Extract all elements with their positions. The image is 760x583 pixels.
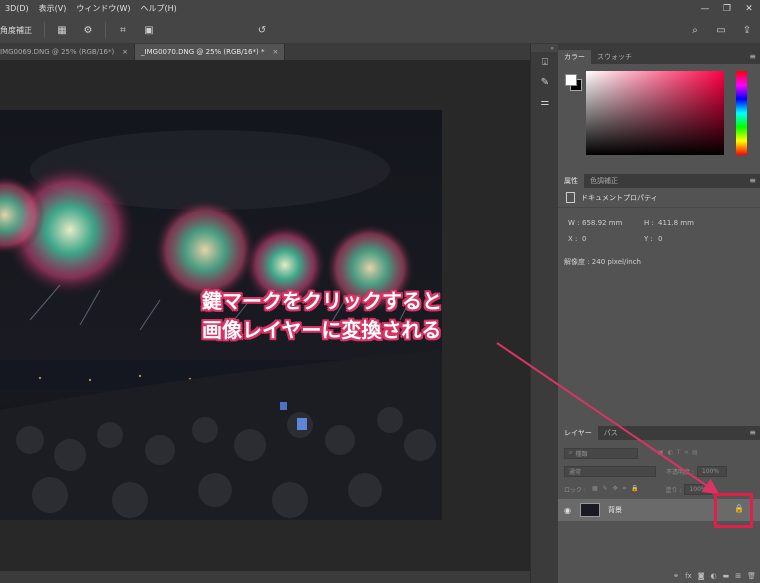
tab-swatches[interactable]: スウォッチ: [591, 50, 638, 64]
layer-name[interactable]: 背景: [608, 505, 622, 515]
y-label: Y :: [644, 235, 653, 243]
lock-label: ロック :: [564, 486, 586, 494]
hue-slider[interactable]: [736, 71, 747, 155]
panel-menu-icon[interactable]: ≡: [749, 52, 756, 61]
fx-icon[interactable]: fx: [685, 572, 692, 580]
share-icon[interactable]: ⇪: [737, 20, 757, 40]
trash-icon[interactable]: 🗑: [747, 572, 756, 580]
options-bar: 角度補正 ▦ ⚙ ⌗ ▣ ↺ ⌕ ▭ ⇪: [0, 17, 760, 44]
annotation-line-2: 画像レイヤーに変換される: [202, 318, 442, 342]
adjustment-layer-icon[interactable]: ◐: [711, 572, 717, 580]
tab-layers[interactable]: レイヤー: [558, 426, 598, 440]
tab-adjustments[interactable]: 色調補正: [584, 174, 624, 188]
color-picker-field[interactable]: [586, 71, 724, 155]
straighten-label[interactable]: 角度補正: [0, 25, 32, 36]
opacity-input[interactable]: 100%: [696, 465, 727, 477]
color-panel-tabs: カラー スウォッチ ≡: [558, 50, 760, 64]
content-aware-icon[interactable]: ▣: [139, 20, 159, 40]
y-value[interactable]: 0: [658, 235, 662, 243]
x-label: X :: [568, 235, 578, 243]
fill-input[interactable]: 100%: [684, 483, 713, 495]
link-icon[interactable]: ⚭: [673, 572, 679, 580]
mask-icon[interactable]: ◙: [698, 572, 705, 580]
document-tab-bar: IMG0069.DNG @ 25% (RGB/16*) × _IMG0070.D…: [0, 44, 530, 60]
search-icon[interactable]: ⌕: [685, 20, 705, 40]
resolution-text: 解像度 : 240 pixel/inch: [564, 258, 641, 266]
close-icon[interactable]: ✕: [738, 0, 760, 17]
menu-help[interactable]: ヘルプ(H): [136, 3, 182, 14]
workspace-controls: ⌕ ▭ ⇪: [682, 20, 760, 40]
layer-thumbnail: [580, 503, 600, 517]
annotation-line-1: 鍵マークをクリックすると: [202, 289, 442, 313]
annotation-callout: 鍵マークをクリックすると 画像レイヤーに変換される: [202, 287, 442, 345]
filter-kind-select[interactable]: ⌕ 種類: [564, 447, 638, 459]
divider: [105, 22, 106, 38]
foreground-color-swatch[interactable]: [565, 74, 577, 86]
tab-properties[interactable]: 属性: [558, 174, 584, 188]
history-icon[interactable]: ⍗: [531, 52, 559, 72]
section-title: ドキュメントプロパティ: [581, 193, 658, 202]
visibility-eye-icon[interactable]: ◉: [564, 506, 574, 515]
x-value[interactable]: 0: [582, 235, 586, 243]
blend-mode-select[interactable]: 通常: [564, 465, 656, 477]
adjust-icon[interactable]: ⚌: [531, 92, 559, 112]
lock-highlight-box: [714, 493, 753, 528]
reset-icon[interactable]: ↺: [252, 20, 272, 40]
grid-overlay-icon[interactable]: ▦: [52, 20, 72, 40]
filter-icons[interactable]: ▣◐T⌗▤: [658, 449, 702, 457]
tab-label: IMG0069.DNG @ 25% (RGB/16*): [0, 48, 115, 56]
brush-icon[interactable]: ✎: [531, 72, 559, 92]
search-icon: ⌕: [569, 449, 573, 456]
crop-icon[interactable]: ⌗: [113, 20, 133, 40]
tab-paths[interactable]: パス: [598, 426, 624, 440]
layers-panel-tabs: レイヤー パス ≡: [558, 426, 760, 440]
folder-icon[interactable]: ▬: [723, 572, 730, 580]
new-layer-icon[interactable]: ⊞: [735, 572, 741, 580]
fill-label: 塗り :: [665, 486, 682, 494]
properties-panel-tabs: 属性 色調補正 ≡: [558, 174, 760, 188]
height-value[interactable]: 411.8 mm: [658, 219, 694, 227]
tab-close-icon[interactable]: ×: [272, 48, 278, 56]
divider: [44, 22, 45, 38]
menu-window[interactable]: ウィンドウ(W): [71, 3, 135, 14]
canvas-scrollbar[interactable]: [0, 571, 530, 583]
layers-footer: ⚭ fx ◙ ◐ ▬ ⊞ 🗑: [558, 569, 760, 583]
width-value[interactable]: 658.92 mm: [582, 219, 622, 227]
properties-header: ドキュメントプロパティ: [558, 188, 760, 208]
collapse-icon[interactable]: «: [531, 44, 558, 52]
tab-close-icon[interactable]: ×: [122, 48, 128, 56]
tab-img0070[interactable]: _IMG0070.DNG @ 25% (RGB/16*) * ×: [135, 44, 286, 60]
filter-row: ⌕ 種類 ▣◐T⌗▤: [558, 446, 760, 460]
properties-panel: ドキュメントプロパティ W : 658.92 mm H : 411.8 mm X…: [558, 188, 760, 438]
tab-label: _IMG0070.DNG @ 25% (RGB/16*) *: [141, 48, 265, 56]
filter-kind-label: 種類: [575, 450, 588, 458]
workspace-icon[interactable]: ▭: [711, 20, 731, 40]
panel-menu-icon[interactable]: ≡: [749, 176, 756, 185]
gear-icon[interactable]: ⚙: [78, 20, 98, 40]
panel-menu-icon[interactable]: ≡: [749, 428, 756, 437]
blend-row: 通常 不透明度 : 100%: [558, 464, 760, 478]
menu-view[interactable]: 表示(V): [34, 3, 72, 14]
tab-color[interactable]: カラー: [558, 50, 591, 64]
lock-options-icons[interactable]: ▦✎✥⌗🔒: [592, 485, 644, 493]
color-panel: [558, 64, 760, 174]
height-label: H :: [644, 219, 654, 227]
panel-dock-strip: « ⍗ ✎ ⚌: [530, 44, 558, 583]
width-label: W :: [568, 219, 580, 227]
window-controls: — ❐ ✕: [694, 0, 760, 17]
tab-img0069[interactable]: IMG0069.DNG @ 25% (RGB/16*) ×: [0, 44, 136, 60]
restore-icon[interactable]: ❐: [716, 0, 738, 17]
menu-bar: 3D(D) 表示(V) ウィンドウ(W) ヘルプ(H) — ❐ ✕: [0, 0, 760, 17]
menu-3d[interactable]: 3D(D): [0, 4, 34, 13]
minimize-icon[interactable]: —: [694, 0, 716, 17]
opacity-label: 不透明度 :: [666, 468, 694, 476]
document-icon: [566, 192, 575, 203]
